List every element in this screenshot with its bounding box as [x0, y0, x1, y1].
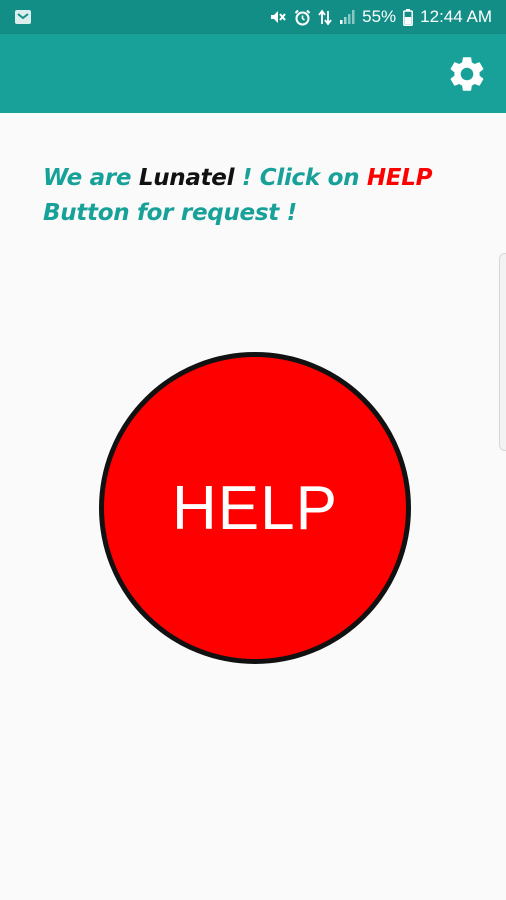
alarm-icon [294, 9, 311, 25]
notification-icon [15, 10, 31, 24]
app-bar [0, 34, 506, 113]
help-button[interactable]: HELP [99, 352, 411, 664]
intro-text: We are Lunatel ! Click on HELP Button fo… [43, 161, 463, 231]
signal-icon [340, 10, 355, 24]
data-transfer-icon [318, 9, 332, 25]
battery-percent: 55% [362, 7, 397, 26]
gear-icon[interactable] [446, 53, 488, 95]
intro-part2: ! Click on [234, 165, 367, 191]
battery-icon [403, 8, 414, 26]
mute-icon [271, 11, 286, 23]
clock: 12:44 AM [420, 7, 492, 26]
brand-name: Lunatel [138, 165, 235, 191]
intro-help-word: HELP [366, 165, 433, 191]
main-content: We are Lunatel ! Click on HELP Button fo… [0, 113, 506, 900]
status-bar: 55% 12:44 AM [0, 0, 506, 34]
intro-part1: We are [43, 165, 139, 191]
help-button-label: HELP [172, 473, 338, 543]
intro-part3: Button for request ! [43, 200, 297, 226]
status-icons: 55% 12:44 AM [269, 0, 492, 34]
edge-panel-handle[interactable] [499, 253, 506, 451]
